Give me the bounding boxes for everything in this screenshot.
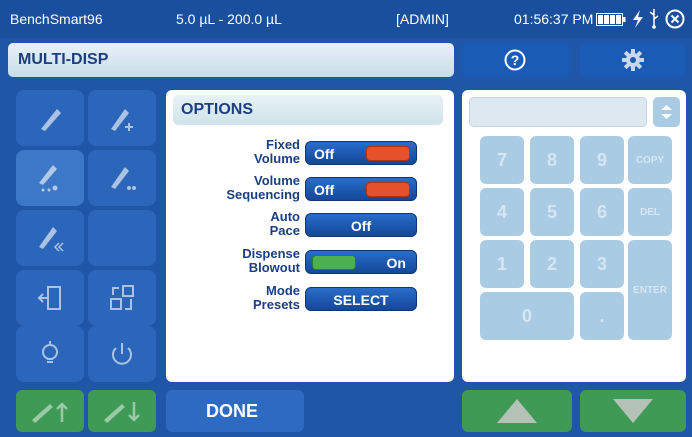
pipette-down-icon — [104, 402, 140, 423]
volume-sequencing-toggle[interactable]: Off — [305, 177, 417, 201]
volume-sequencing-label-line1: Volume — [254, 173, 300, 188]
fixed-volume-label-line2: Volume — [254, 151, 300, 166]
enter-key[interactable]: ENTER — [628, 240, 672, 340]
value-input-display[interactable] — [469, 97, 647, 127]
power-button[interactable] — [88, 326, 156, 382]
key-3[interactable]: 3 — [580, 240, 624, 288]
dispense-blowout-toggle[interactable]: On — [305, 250, 417, 274]
dispense-blowout-value: On — [386, 255, 406, 271]
pipette-drops-icon — [111, 167, 136, 190]
mode-presets-value: SELECT — [333, 292, 389, 308]
transfer-button[interactable] — [88, 270, 156, 326]
pipette-reverse-icon — [39, 227, 64, 252]
fixed-volume-label: Fixed Volume — [200, 138, 300, 166]
auto-pace-toggle[interactable]: Off — [305, 213, 417, 237]
off-indicator — [366, 182, 410, 197]
reverse-mode-button[interactable] — [16, 210, 84, 266]
mode-presets-label-line1: Mode — [266, 283, 300, 298]
empty-tile — [88, 210, 156, 266]
delete-key[interactable]: DEL — [628, 188, 672, 236]
key-5[interactable]: 5 — [530, 188, 574, 236]
settings-button[interactable] — [580, 43, 686, 77]
volume-sequencing-value: Off — [314, 182, 335, 198]
page-title: MULTI-DISP — [8, 43, 454, 77]
multi-disp-mode-button[interactable] — [16, 150, 84, 206]
power-icon — [112, 343, 132, 365]
lightning-icon — [633, 10, 643, 28]
light-button[interactable] — [16, 326, 84, 382]
triangle-down-icon — [613, 399, 653, 423]
usb-icon — [649, 9, 659, 29]
key-4[interactable]: 4 — [480, 188, 524, 236]
status-bar: BenchSmart96 5.0 µL - 200.0 µL [ADMIN] 0… — [0, 0, 692, 38]
key-1[interactable]: 1 — [480, 240, 524, 288]
auto-pace-label: Auto Pace — [200, 210, 300, 238]
dispense-blowout-label-line1: Dispense — [242, 246, 300, 261]
fixed-volume-toggle[interactable]: Off — [305, 141, 417, 165]
help-button[interactable]: ? — [462, 43, 570, 77]
pipette-multi-dispense-icon — [39, 165, 58, 192]
spinner-arrows-icon — [661, 105, 672, 119]
pipette-add-icon — [111, 109, 133, 131]
auto-pace-label-line2: Pace — [269, 223, 300, 238]
copy-key[interactable]: COPY — [628, 136, 672, 184]
mode-presets-select-button[interactable]: SELECT — [305, 287, 417, 311]
device-name: BenchSmart96 — [10, 11, 103, 27]
triangle-up-icon — [497, 399, 537, 423]
pipette-tip-icon — [41, 109, 61, 131]
on-indicator — [312, 255, 356, 270]
fixed-volume-value: Off — [314, 146, 335, 162]
key-2[interactable]: 2 — [530, 240, 574, 288]
key-8[interactable]: 8 — [530, 136, 574, 184]
fixed-volume-label-line1: Fixed — [266, 137, 300, 152]
value-spinner[interactable] — [653, 97, 680, 127]
key-6[interactable]: 6 — [580, 188, 624, 236]
help-icon: ? — [504, 49, 526, 71]
options-heading: OPTIONS — [173, 95, 443, 125]
clock: 01:56:37 PM — [514, 11, 594, 27]
dispense-blowout-label-line2: Blowout — [248, 260, 300, 275]
auto-pace-label-line1: Auto — [270, 209, 300, 224]
battery-icon — [596, 13, 626, 26]
volume-sequencing-label: Volume Sequencing — [200, 174, 300, 202]
svg-text:?: ? — [511, 52, 520, 68]
done-button[interactable]: DONE — [166, 390, 304, 432]
aspirate-mode-button[interactable] — [16, 90, 84, 146]
key-9[interactable]: 9 — [580, 136, 624, 184]
swap-transfer-icon — [110, 285, 134, 310]
volume-range: 5.0 µL - 200.0 µL — [176, 11, 282, 27]
scroll-up-button[interactable] — [462, 390, 572, 432]
pipette-up-button[interactable] — [16, 390, 84, 432]
exit-door-icon — [37, 286, 61, 310]
user-role: [ADMIN] — [396, 11, 449, 27]
decimal-key[interactable]: . — [580, 292, 624, 340]
pipette-up-icon — [32, 402, 68, 423]
exit-button[interactable] — [16, 270, 84, 326]
gear-icon — [622, 49, 644, 71]
mode-presets-label: Mode Presets — [200, 284, 300, 312]
dispense-mode-button[interactable] — [88, 150, 156, 206]
mode-presets-label-line2: Presets — [253, 297, 300, 312]
dispense-blowout-label: Dispense Blowout — [200, 247, 300, 275]
close-icon[interactable] — [665, 9, 685, 29]
lightbulb-icon — [42, 341, 58, 363]
key-7[interactable]: 7 — [480, 136, 524, 184]
auto-pace-value: Off — [350, 218, 372, 234]
pipette-down-button[interactable] — [88, 390, 156, 432]
add-mode-button[interactable] — [88, 90, 156, 146]
off-indicator — [366, 146, 410, 161]
scroll-down-button[interactable] — [580, 390, 686, 432]
key-0[interactable]: 0 — [480, 292, 574, 340]
volume-sequencing-label-line2: Sequencing — [226, 187, 300, 202]
